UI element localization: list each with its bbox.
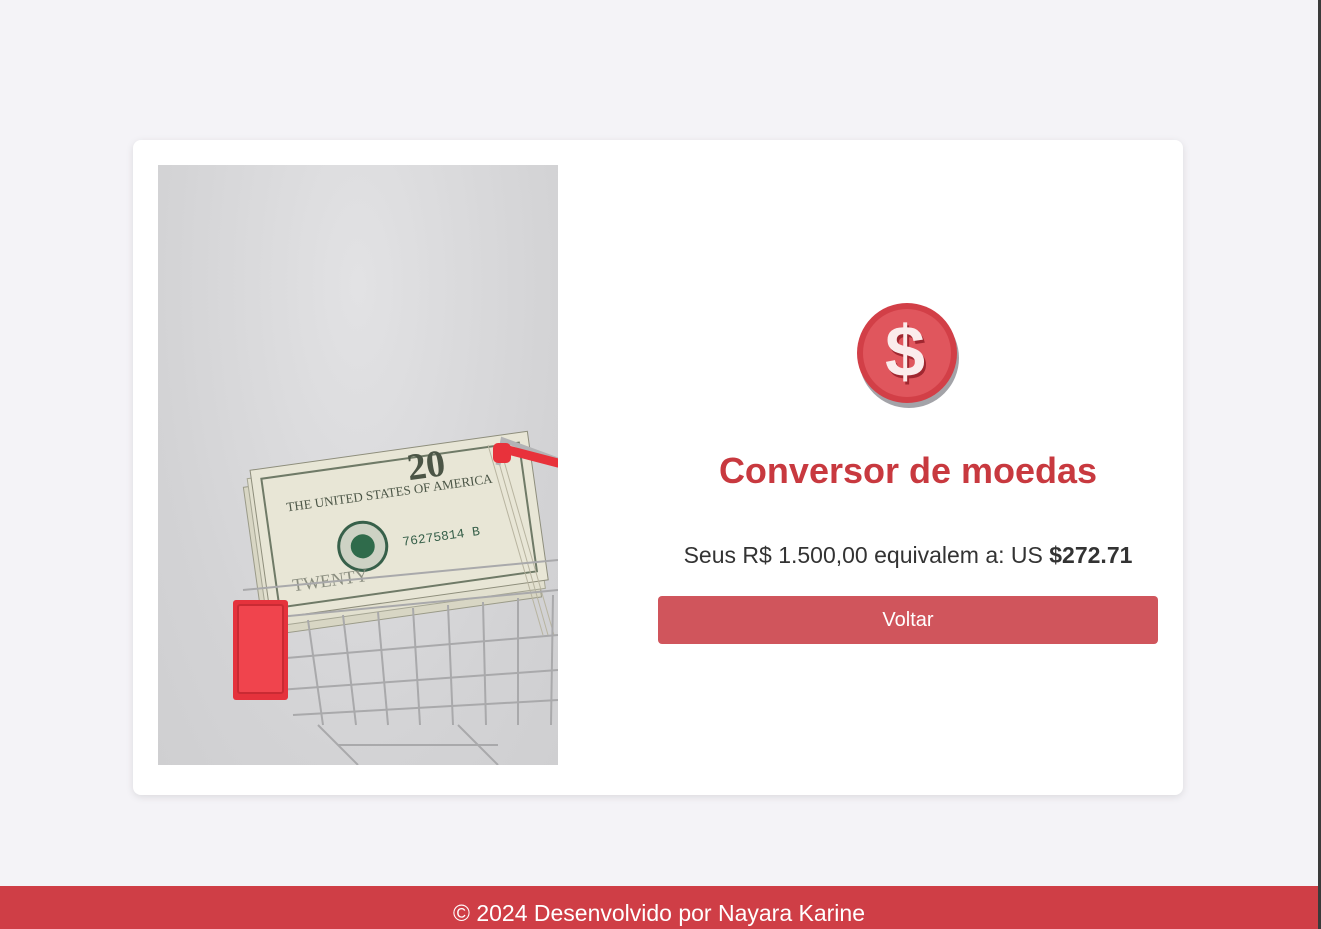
converter-panel: $ $ Conversor de moedas Seus R$ 1.500,00… [658,140,1158,795]
money-cart-image: 20 THE UNITED STATES OF AMERICA 76275814… [158,165,558,765]
result-prefix: Seus R$ 1.500,00 equivalem a: US [683,542,1050,568]
converter-card: 20 THE UNITED STATES OF AMERICA 76275814… [133,140,1183,795]
footer: © 2024 Desenvolvido por Nayara Karine [0,886,1318,929]
conversion-result: Seus R$ 1.500,00 equivalem a: US $272.71 [658,542,1158,569]
svg-text:$: $ [885,312,925,392]
page-title: Conversor de moedas [718,450,1098,491]
result-value: $272.71 [1049,542,1133,568]
dollar-coin-icon: $ $ [857,303,959,408]
back-button[interactable]: Voltar [658,596,1158,644]
footer-text: © 2024 Desenvolvido por Nayara Karine [452,900,865,926]
